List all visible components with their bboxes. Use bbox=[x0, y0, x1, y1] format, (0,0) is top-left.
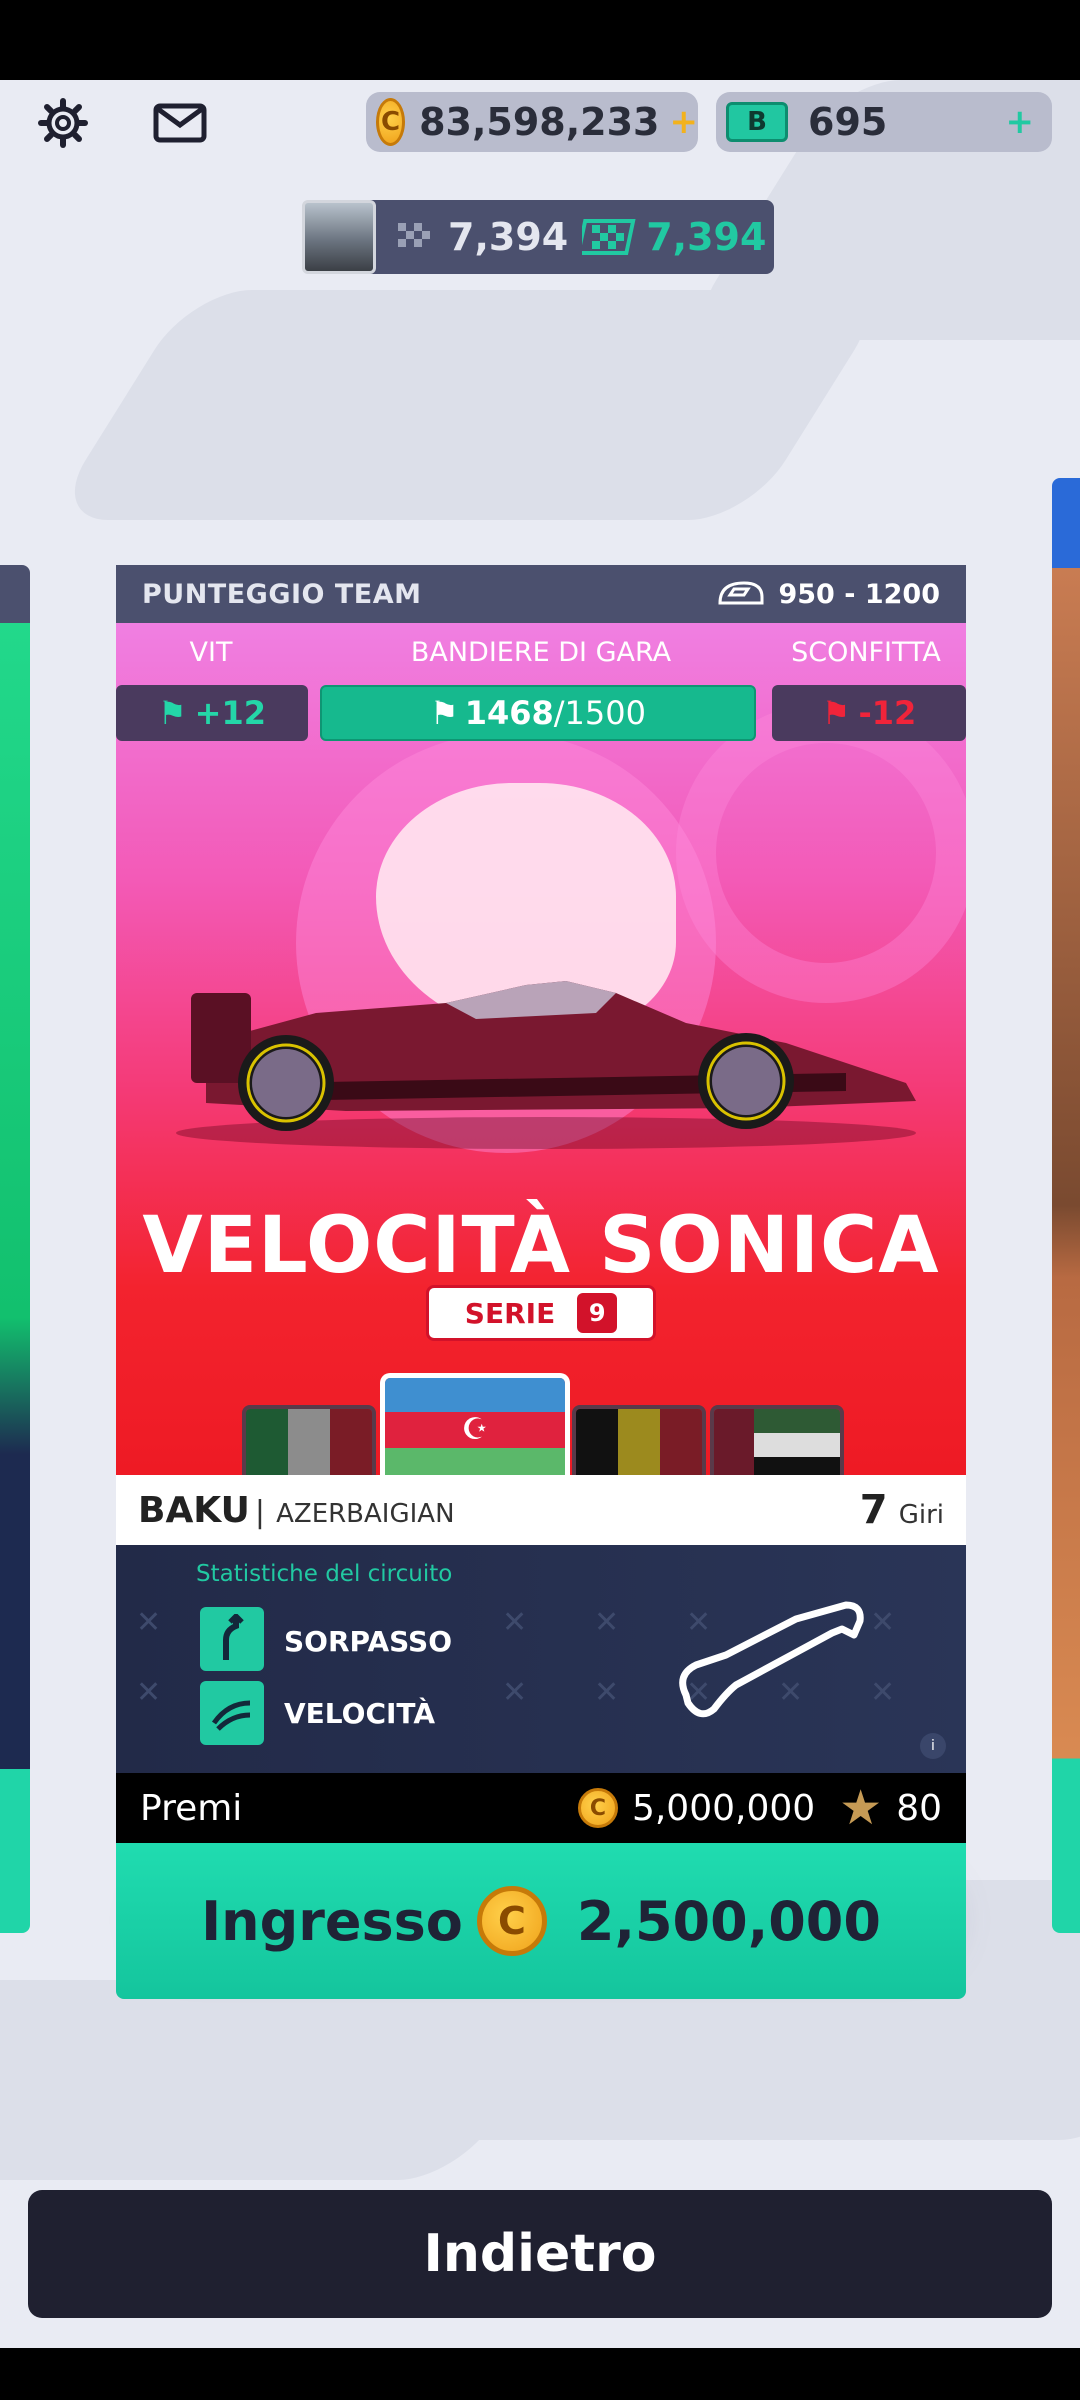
entry-label: Ingresso bbox=[201, 1889, 463, 1953]
mail-button[interactable] bbox=[145, 88, 215, 158]
team-score-label: PUNTEGGIO TEAM bbox=[142, 578, 422, 610]
event-card[interactable]: PUNTEGGIO TEAM 950 - 1200 VIT BANDIERE D… bbox=[116, 565, 966, 1999]
navigation-bar bbox=[0, 2348, 1080, 2400]
entry-cost: 2,500,000 bbox=[576, 1889, 881, 1953]
add-bucks-icon[interactable]: + bbox=[1006, 102, 1035, 142]
city-name: BAKU bbox=[138, 1489, 250, 1531]
prev-event-card[interactable] bbox=[0, 565, 30, 1933]
coin-icon: C bbox=[577, 1788, 618, 1828]
flag-italy[interactable] bbox=[242, 1405, 376, 1475]
player-summary[interactable]: 7,394 7,394 bbox=[302, 200, 774, 274]
status-bar bbox=[0, 0, 1080, 80]
card-header: PUNTEGGIO TEAM 950 - 1200 bbox=[116, 565, 966, 623]
circuit-location: BAKU | AZERBAIGIAN 7 Giri bbox=[116, 1475, 966, 1545]
flag-uae[interactable] bbox=[710, 1405, 844, 1475]
event-hero: VIT BANDIERE DI GARA SCONFITTA ⚑ +12 ⚑ 146… bbox=[116, 623, 966, 1475]
flag-azerbaijan[interactable]: ☪ bbox=[380, 1373, 570, 1475]
win-label: VIT bbox=[189, 637, 233, 668]
flags-progress-bar: ⚑ 1468/1500 bbox=[320, 685, 756, 741]
win-points: ⚑ +12 bbox=[116, 685, 308, 741]
prizes-bar: Premi C 5,000,000 ★ 80 bbox=[116, 1773, 966, 1843]
mail-icon bbox=[153, 103, 207, 143]
helmet-icon bbox=[718, 581, 764, 605]
stat-speed-label: VELOCITÀ bbox=[284, 1697, 436, 1730]
entry-button[interactable]: Ingresso C 2,500,000 bbox=[116, 1843, 966, 1999]
track-map bbox=[679, 1601, 864, 1718]
loss-label: SCONFITTA bbox=[791, 637, 941, 668]
series-badge: SERIE 9 bbox=[426, 1285, 656, 1341]
separator: | bbox=[254, 1494, 265, 1530]
bucks-value: 695 bbox=[808, 100, 888, 144]
prizes-label: Premi bbox=[140, 1787, 243, 1829]
race-flag-icon bbox=[582, 219, 636, 255]
race-flag-icon: ⚑ bbox=[157, 694, 187, 732]
stat-overtake-label: SORPASSO bbox=[284, 1625, 453, 1658]
country-name: AZERBAIGIAN bbox=[276, 1498, 455, 1529]
bucks-balance[interactable]: B 695 + bbox=[716, 92, 1052, 152]
flags-label: BANDIERE DI GARA bbox=[410, 637, 672, 668]
stats-title: Statistiche del circuito bbox=[196, 1561, 453, 1587]
race-flag-icon bbox=[398, 223, 430, 247]
back-button-label: Indietro bbox=[423, 2224, 657, 2284]
speed-icon bbox=[200, 1681, 264, 1745]
prize-coins: 5,000,000 bbox=[631, 1787, 816, 1829]
add-coins-icon[interactable]: + bbox=[670, 102, 699, 142]
gear-icon bbox=[38, 98, 88, 148]
avatar bbox=[302, 200, 376, 274]
loss-points: ⚑ -12 bbox=[772, 685, 966, 741]
coins-value: 83,598,233 bbox=[419, 100, 660, 144]
coins-balance[interactable]: C 83,598,233 + bbox=[366, 92, 698, 152]
race-flag-icon: ⚑ bbox=[430, 694, 459, 732]
next-event-card[interactable] bbox=[1052, 478, 1080, 1933]
event-title: VELOCITÀ SONICA bbox=[142, 1201, 940, 1291]
flags-count: 7,394 bbox=[448, 215, 569, 259]
laps-label: Giri bbox=[898, 1500, 944, 1530]
race-flag-icon: ⚑ bbox=[821, 694, 851, 732]
flags-count-highlight: 7,394 bbox=[646, 215, 767, 259]
race-car-image bbox=[176, 981, 916, 1149]
circuit-stats: ✕ ✕ ✕ ✕ ✕ ✕ ✕ ✕ ✕ ✕ ✕ Statistiche del circuit… bbox=[116, 1545, 966, 1773]
prize-stars: 80 bbox=[896, 1787, 942, 1829]
coin-icon: C bbox=[476, 1886, 547, 1956]
star-icon: ★ bbox=[839, 1780, 883, 1836]
coin-icon: C bbox=[376, 98, 406, 146]
score-range: 950 - 1200 bbox=[714, 579, 940, 610]
bucks-icon: B bbox=[726, 102, 788, 142]
info-icon[interactable]: i bbox=[920, 1733, 946, 1759]
back-button[interactable]: Indietro bbox=[28, 2190, 1052, 2318]
laps-count: 7 bbox=[859, 1487, 888, 1533]
settings-button[interactable] bbox=[28, 88, 98, 158]
flag-belgium[interactable] bbox=[572, 1405, 706, 1475]
overtake-icon bbox=[200, 1607, 264, 1671]
